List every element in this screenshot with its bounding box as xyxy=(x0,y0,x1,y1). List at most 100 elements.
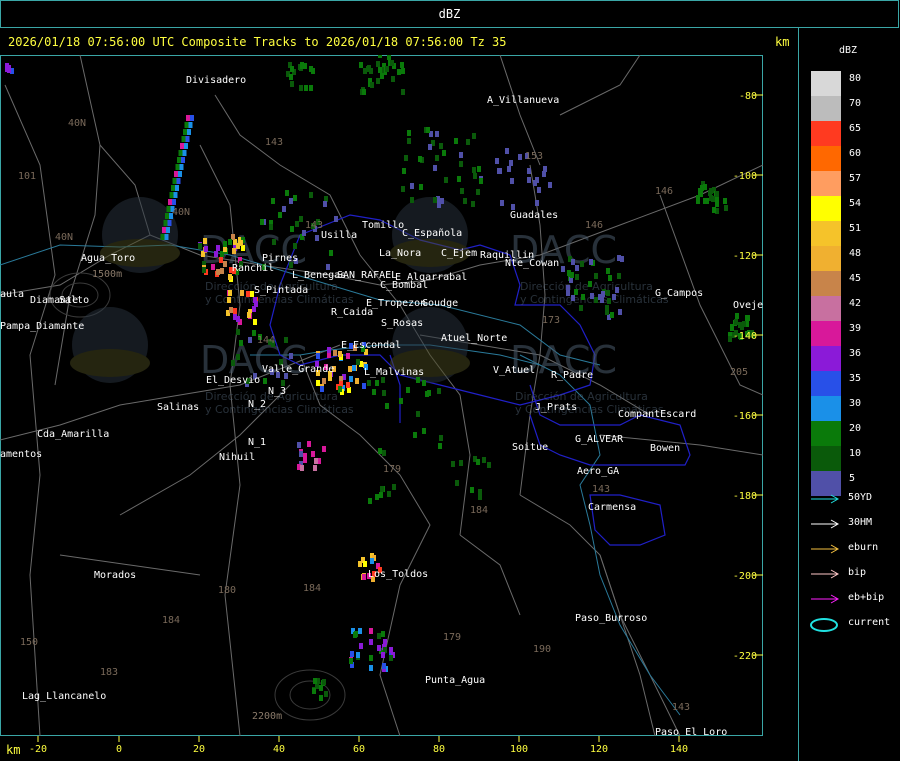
echo-cell xyxy=(581,294,585,300)
echo-cell xyxy=(182,150,187,156)
route-number: 101 xyxy=(18,171,36,182)
echo-cell xyxy=(263,378,267,384)
echo-cell xyxy=(363,561,367,567)
echo-cell xyxy=(188,122,193,128)
echo-cell xyxy=(300,465,304,471)
echo-cell xyxy=(309,85,313,91)
echo-cell xyxy=(338,386,342,392)
echo-cell xyxy=(172,178,177,184)
dbz-swatch xyxy=(811,146,841,171)
echo-cell xyxy=(459,152,463,158)
echo-cell xyxy=(228,290,232,296)
echo-cell xyxy=(451,461,455,467)
echo-cell xyxy=(323,201,327,207)
dbz-swatch xyxy=(811,271,841,296)
echo-cell xyxy=(416,411,420,417)
echo-cell xyxy=(580,261,584,267)
place-label: N_2 xyxy=(248,399,266,410)
echo-cell xyxy=(293,195,297,201)
echo-cell xyxy=(352,365,356,371)
echo-cell xyxy=(289,198,293,204)
place-label: Usilla xyxy=(321,230,357,241)
echo-cell xyxy=(316,380,320,386)
place-label: Divisadero xyxy=(186,75,246,86)
echo-cell xyxy=(271,198,275,204)
echo-cell xyxy=(535,200,539,206)
echo-cell xyxy=(588,281,592,287)
echo-cell xyxy=(460,188,464,194)
place-label: CompantEscard xyxy=(618,409,696,420)
place-label: Morados xyxy=(94,570,136,581)
x-tick-label: 60 xyxy=(353,744,365,755)
echo-cell xyxy=(382,390,386,396)
echo-cell xyxy=(350,651,354,657)
track-label: eburn xyxy=(848,542,879,553)
echo-cell xyxy=(269,224,273,230)
echo-cell xyxy=(598,294,602,300)
place-label: J_Prats xyxy=(535,402,577,413)
echo-cell xyxy=(422,380,426,386)
echo-cell xyxy=(715,191,719,197)
echo-cell xyxy=(410,183,414,189)
echo-cell xyxy=(382,663,386,669)
echo-cell xyxy=(426,127,430,133)
echo-cell xyxy=(236,354,240,360)
echo-cell xyxy=(184,143,188,149)
place-label: L_Malvinas xyxy=(364,367,424,378)
echo-cell xyxy=(406,387,410,393)
x-tick-label: 0 xyxy=(116,744,122,755)
echo-cell xyxy=(505,148,509,154)
echo-cell xyxy=(216,245,220,251)
place-label: R_Padre xyxy=(551,370,593,381)
echo-cell xyxy=(359,643,363,649)
place-label: Paso_El_Loro xyxy=(655,727,727,736)
echo-cell xyxy=(699,190,703,196)
place-label: Carmensa xyxy=(588,502,636,513)
echo-cell xyxy=(367,380,371,386)
y-tick-label: -180 xyxy=(733,491,757,502)
dbz-value-label: 57 xyxy=(849,173,862,184)
echo-cell xyxy=(313,465,317,471)
echo-cell xyxy=(589,259,593,265)
echo-cell xyxy=(304,85,308,91)
echo-cell xyxy=(228,274,232,280)
echo-cell xyxy=(358,628,362,634)
place-label: Pirnes xyxy=(262,253,298,264)
echo-cell xyxy=(377,645,381,651)
dbz-value-label: 45 xyxy=(849,273,862,284)
place-label: N_3 xyxy=(268,386,286,397)
echo-cell xyxy=(346,353,350,359)
echo-cell xyxy=(179,164,184,170)
dbz-swatch xyxy=(811,446,841,471)
track-label: eb+bip xyxy=(848,592,885,603)
echo-cell xyxy=(594,273,598,279)
road xyxy=(599,434,763,456)
echo-cell xyxy=(178,171,182,177)
echo-cell xyxy=(709,195,713,201)
place-label: C_Española xyxy=(402,228,462,239)
track-legend-item: eburn xyxy=(809,542,899,556)
echo-cell xyxy=(369,639,373,645)
echo-cell xyxy=(303,63,307,69)
route-number: 184 xyxy=(162,615,180,626)
echo-cell xyxy=(311,451,315,457)
dbz-swatch xyxy=(811,96,841,121)
echo-cell xyxy=(459,460,463,466)
echo-cell xyxy=(180,143,184,149)
echo-cell xyxy=(232,248,236,254)
radar-map[interactable]: DACC DACC DACC DACC Dirección de Agricul… xyxy=(0,55,763,736)
echo-cell xyxy=(433,165,437,171)
route-number: 184 xyxy=(303,583,321,594)
echo-cell xyxy=(320,386,324,392)
dbz-swatch xyxy=(811,246,841,271)
track-legend-item: eb+bip xyxy=(809,592,899,606)
echo-cell xyxy=(176,178,181,184)
echo-cell xyxy=(253,297,257,303)
echo-cell xyxy=(617,273,621,279)
place-label: C_Bombal xyxy=(380,280,428,291)
echo-cell xyxy=(438,443,442,449)
echo-cell xyxy=(247,312,251,318)
place-label: Lag_Llancanelo xyxy=(22,691,106,702)
echo-cell xyxy=(362,383,366,389)
place-label: Nihuil xyxy=(219,452,255,463)
